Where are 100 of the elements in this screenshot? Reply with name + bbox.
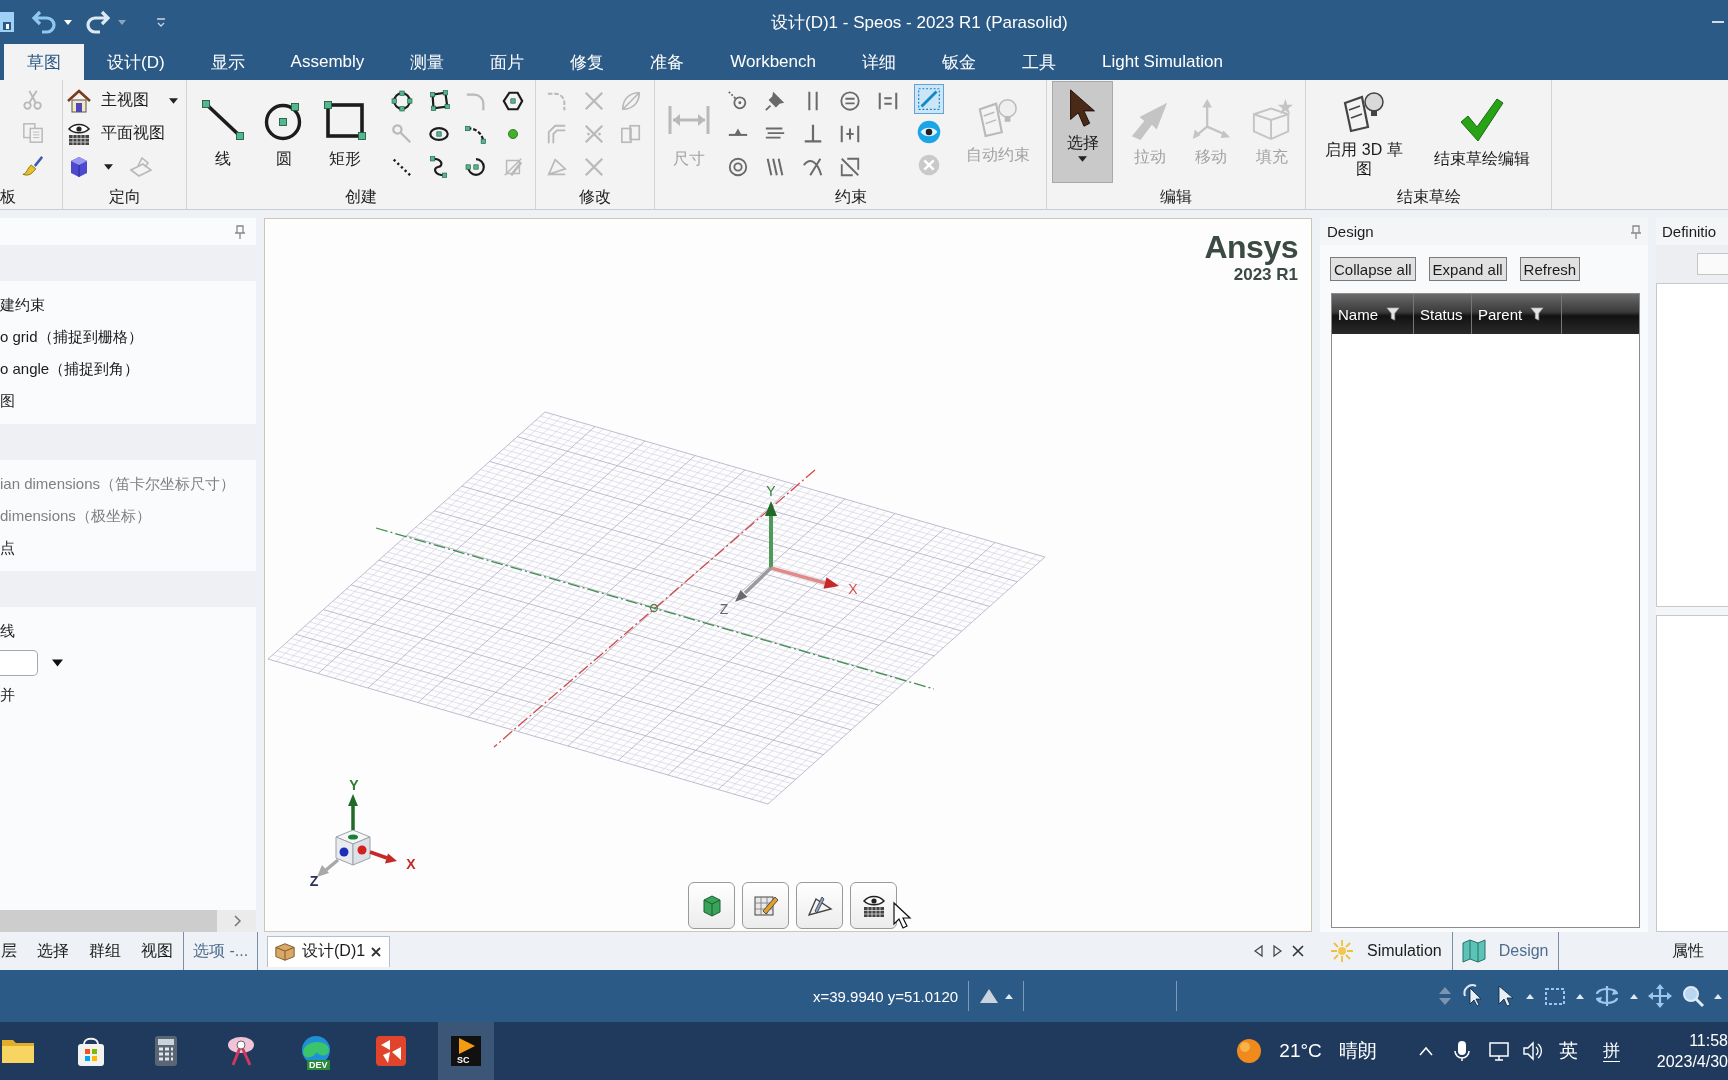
3d-sketch-button[interactable]: 启用 3D 草图 — [1317, 80, 1411, 184]
triangle-left-icon[interactable] — [1254, 945, 1263, 957]
rectangle-button[interactable]: 矩形 — [318, 80, 372, 184]
close-icon[interactable] — [1292, 945, 1304, 957]
hexagon-icon[interactable] — [501, 89, 524, 112]
ime-text[interactable]: 拼 — [1602, 1040, 1620, 1062]
panel-tab[interactable]: Simulation — [1320, 932, 1452, 970]
input-mode-text[interactable]: 英 — [1558, 1038, 1578, 1064]
select-button[interactable]: 选择 — [1052, 81, 1113, 183]
ribbon-tab[interactable]: Workbench — [707, 44, 839, 80]
pushpin-icon[interactable] — [764, 89, 787, 112]
scrollbar-thumb[interactable] — [0, 910, 217, 932]
caret-icon[interactable] — [52, 659, 63, 667]
group-label: 编辑 — [1159, 187, 1193, 207]
pin-icon[interactable] — [234, 224, 246, 239]
circle-button[interactable]: 圆 — [257, 80, 311, 184]
panel-tab[interactable]: 视图 — [131, 932, 183, 970]
view-mode-button[interactable] — [796, 882, 843, 929]
icon-label-text: DEV — [307, 1060, 330, 1070]
x-axis-arrow[interactable] — [369, 850, 397, 864]
ribbon-tab[interactable]: 工具 — [999, 44, 1079, 80]
caret-icon[interactable] — [104, 163, 113, 170]
pin-icon[interactable] — [1630, 224, 1642, 239]
y-axis-arrow[interactable] — [765, 501, 777, 568]
panel-tab[interactable]: 属性 — [1656, 932, 1704, 970]
column-header[interactable]: Parent — [1472, 294, 1562, 334]
taskbar-app-button[interactable]: DEV — [288, 1022, 344, 1080]
horizontal-scrollbar[interactable] — [0, 910, 256, 932]
panel-tab[interactable]: 层 — [0, 932, 27, 970]
panel-tab[interactable]: 选择 — [27, 932, 79, 970]
icon-label-text: SC — [457, 1055, 470, 1065]
magnifier-icon[interactable] — [726, 89, 749, 112]
funnel-icon[interactable] — [1386, 306, 1400, 322]
x-axis-arrow[interactable] — [770, 566, 839, 589]
save-icon[interactable] — [0, 11, 14, 33]
play-logo-icon — [449, 1034, 483, 1068]
open-circle-icon[interactable] — [464, 155, 487, 178]
caret-icon[interactable] — [64, 19, 72, 25]
view-mode-button[interactable] — [850, 882, 897, 929]
y-axis-arrow[interactable] — [348, 794, 358, 830]
ribbon-tab[interactable]: 详细 — [839, 44, 919, 80]
ribbon-tab[interactable]: 测量 — [387, 44, 468, 80]
option-label: dimensions（极坐标） — [0, 506, 151, 526]
microphone-icon[interactable] — [1453, 1040, 1470, 1062]
panel-button[interactable]: Collapse all — [1330, 257, 1416, 281]
taskbar-app-button[interactable]: SC — [438, 1022, 494, 1080]
chevron-right-icon[interactable] — [234, 915, 241, 927]
undo-icon[interactable] — [32, 10, 56, 34]
orbit-arrows-icon[interactable] — [1594, 984, 1620, 1008]
option-label: 图 — [0, 391, 15, 411]
origin-point-icon — [649, 603, 659, 613]
monitor-icon[interactable] — [1488, 1041, 1509, 1061]
concentric-circles-icon[interactable] — [726, 155, 749, 178]
group-label: 创建 — [344, 187, 378, 207]
magnifier-icon[interactable] — [1682, 985, 1704, 1007]
arrow-pointer-icon[interactable] — [1496, 985, 1516, 1007]
ribbon-tab[interactable]: Light Simulation — [1079, 44, 1246, 80]
triangle-right-icon[interactable] — [1273, 945, 1282, 957]
s-curve-icon[interactable] — [427, 155, 450, 178]
ribbon-tab[interactable]: 修复 — [547, 44, 628, 80]
funnel-icon[interactable] — [1530, 306, 1545, 322]
sun-icon[interactable] — [1235, 1037, 1264, 1065]
customize-icon[interactable] — [156, 17, 166, 27]
triangle-icon[interactable] — [979, 987, 1000, 1005]
ribbon-tab[interactable]: 显示 — [187, 44, 268, 80]
input-field[interactable] — [0, 650, 38, 676]
dashed-box-icon[interactable] — [1544, 985, 1566, 1007]
ribbon-tab[interactable]: 面片 — [467, 44, 548, 80]
panel-button[interactable]: Refresh — [1519, 257, 1581, 281]
axis-label: Y — [349, 777, 359, 793]
circled-equals-icon[interactable] — [839, 89, 862, 112]
3d-viewport[interactable]: Y X Z Y X Z Ansys 2023 R1 — [264, 218, 1312, 932]
ribbon-tab[interactable]: 草图 — [4, 44, 84, 80]
ribbon-tab[interactable]: Assembly — [267, 44, 388, 80]
document-tab[interactable]: 设计(D)1 — [267, 935, 391, 967]
view-button[interactable]: 平面视图 — [67, 117, 165, 150]
column-header[interactable]: Status — [1414, 294, 1472, 334]
ribbon-tab[interactable]: 钣金 — [919, 44, 999, 80]
curve-tangent-icon[interactable] — [801, 155, 824, 178]
dotted-circle-icon[interactable] — [390, 89, 413, 112]
column-header[interactable]: Name — [1332, 294, 1414, 334]
ribbon-tab[interactable]: 设计(D) — [84, 44, 188, 80]
view-cube-icon[interactable] — [335, 829, 371, 866]
line-button[interactable]: 线 — [196, 80, 250, 184]
paintbrush-icon[interactable] — [22, 155, 44, 177]
speaker-icon[interactable] — [1522, 1041, 1543, 1061]
close-icon[interactable] — [371, 946, 382, 957]
clock[interactable]: 11:58 2023/4/30 — [1656, 1030, 1728, 1072]
view-button[interactable]: 主视图 — [67, 84, 178, 117]
pan-arrows-icon[interactable] — [1648, 984, 1672, 1008]
panel-tab[interactable]: 群组 — [79, 932, 131, 970]
redo-icon[interactable] — [86, 10, 110, 34]
weather-text[interactable]: 晴朗 — [1338, 1038, 1377, 1064]
panel-button[interactable]: Expand all — [1428, 257, 1507, 281]
temperature-text[interactable]: 21°C — [1279, 1040, 1322, 1062]
chevron-up-icon[interactable] — [1418, 1045, 1433, 1057]
group-label: 板 — [0, 187, 17, 207]
ribbon-tab[interactable]: 准备 — [627, 44, 708, 80]
z-axis-arrow[interactable] — [735, 566, 773, 602]
finish-sketch-button[interactable]: 结束草绘编辑 — [1427, 80, 1537, 184]
